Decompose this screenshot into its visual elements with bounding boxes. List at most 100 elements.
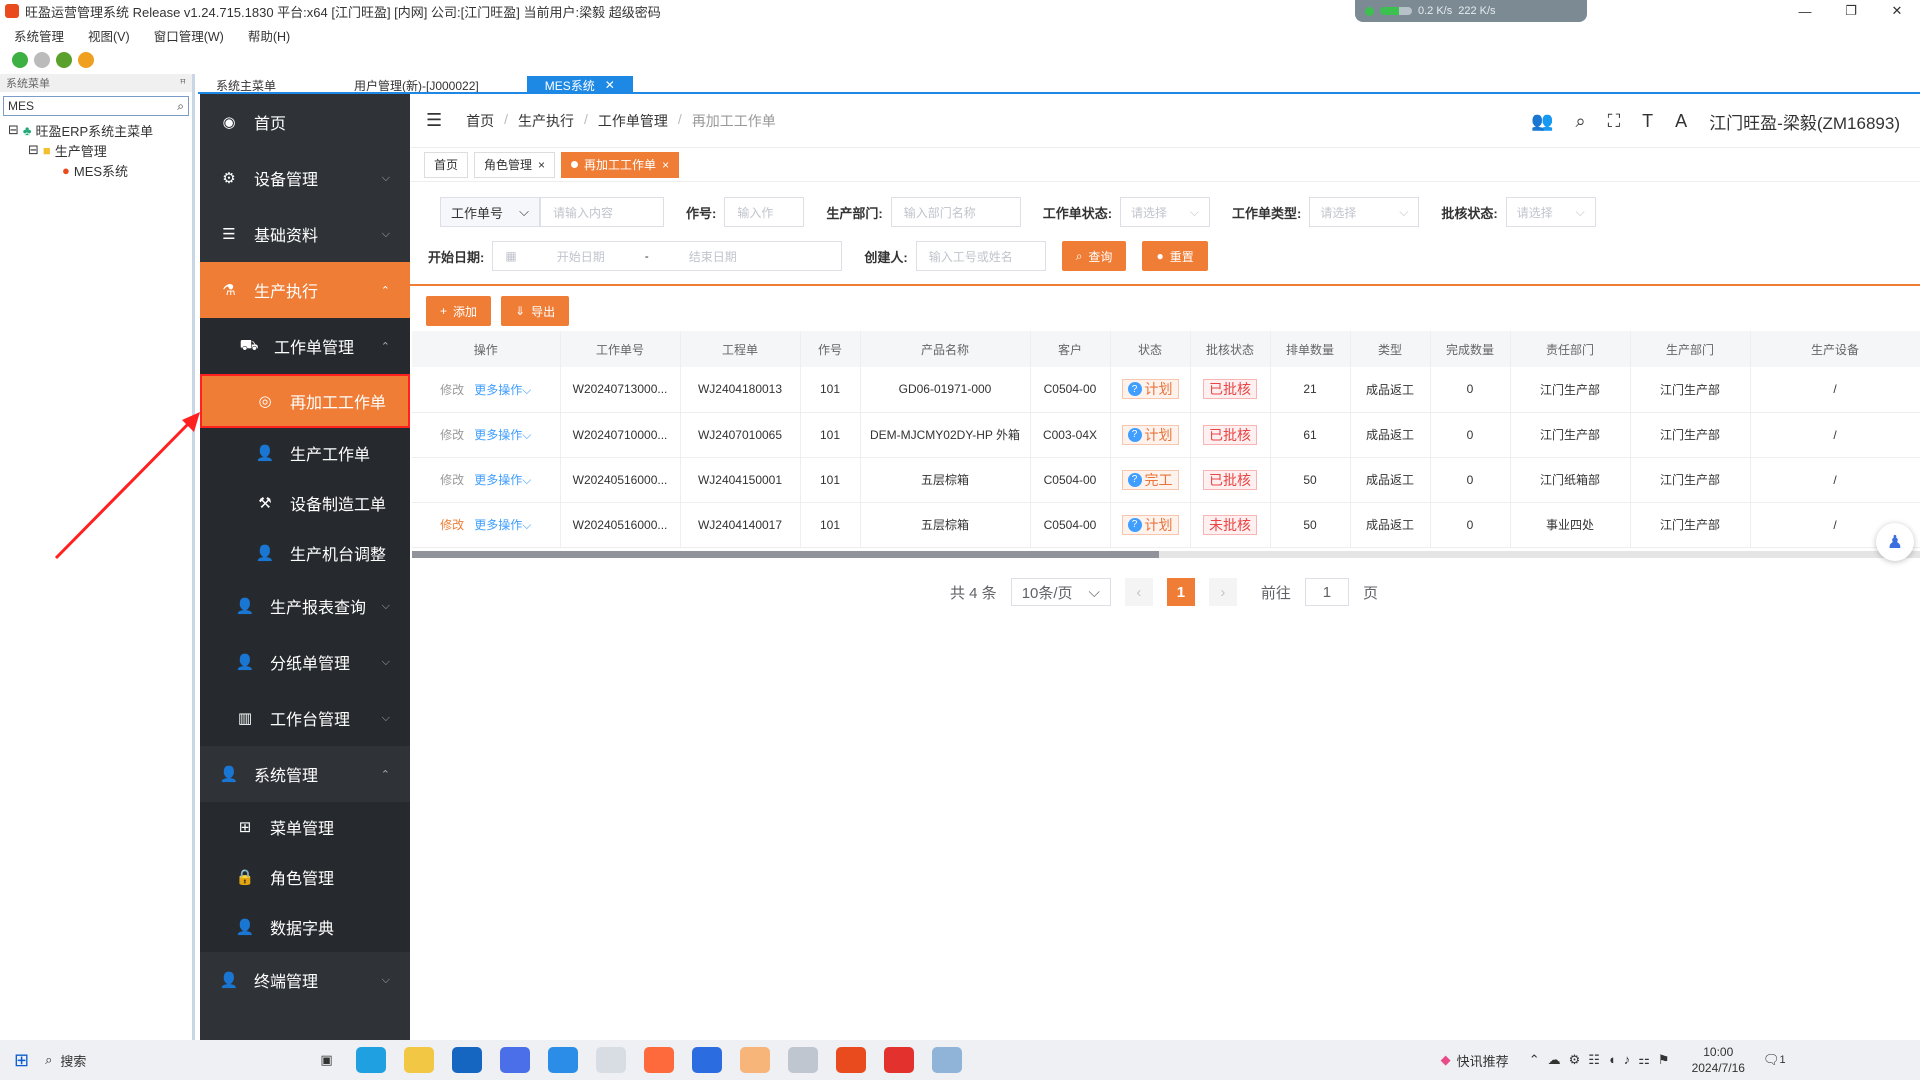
app-icon[interactable] — [643, 1047, 674, 1073]
creator-input[interactable]: 输入工号或姓名 — [915, 241, 1046, 271]
assistant-float-button[interactable]: ♟ — [1876, 523, 1914, 561]
tag-role-mgmt[interactable]: 角色管理 × — [474, 151, 556, 178]
user-menu[interactable]: 江门旺盈-梁毅(ZM16893) — [1709, 109, 1900, 134]
export-button[interactable]: ⇓ 导出 — [501, 296, 570, 326]
nav-basic-data[interactable]: ☰ 基础资料 ⌵ — [200, 206, 410, 262]
table-row[interactable]: 修改 更多操作⌵ W20240516000... WJ2404140017 10… — [412, 502, 1920, 548]
dept-input[interactable]: 输入部门名称 — [890, 197, 1021, 227]
nav-production-report[interactable]: 👤 生产报表查询 ⌵ — [200, 578, 410, 634]
menu-toggle-icon[interactable]: ☰ — [426, 110, 442, 131]
page-size-select[interactable]: 10条/页 ⌵ — [1010, 578, 1111, 606]
crumb-home[interactable]: 首页 — [466, 111, 494, 131]
clock[interactable]: 10:00 2024/7/16 — [1692, 1044, 1745, 1076]
explorer-icon[interactable] — [403, 1047, 434, 1073]
windows-start-icon[interactable]: ⊞ — [14, 1050, 29, 1071]
tree-node-root[interactable]: ⊟ ♣ 旺盈ERP系统主菜单 — [0, 120, 192, 140]
tree-node-production[interactable]: ⊟ ■ 生产管理 — [0, 140, 192, 160]
edit-link[interactable]: 修改 — [440, 383, 464, 397]
nav-production-order[interactable]: 👤 生产工作单 — [200, 428, 410, 478]
settings-icon[interactable] — [78, 52, 94, 68]
app-icon[interactable] — [787, 1047, 818, 1073]
search-app-icon[interactable] — [595, 1047, 626, 1073]
tag-home[interactable]: 首页 — [424, 151, 469, 178]
task-view-icon[interactable]: ▣ — [320, 1052, 332, 1068]
mail-icon[interactable] — [451, 1047, 482, 1073]
col-status[interactable]: 状态 — [1110, 331, 1191, 367]
tree-node-mes[interactable]: ● MES系统 — [0, 160, 192, 180]
edge-icon[interactable] — [355, 1047, 386, 1073]
col-type[interactable]: 类型 — [1350, 331, 1431, 367]
page-1-button[interactable]: 1 — [1166, 578, 1195, 606]
menu-system[interactable]: 系统管理 — [0, 26, 74, 45]
col-work-order[interactable]: 工作单号 — [560, 331, 681, 367]
edit-link[interactable]: 修改 — [440, 428, 464, 442]
nav-machine-adjust[interactable]: 👤 生产机台调整 — [200, 528, 410, 578]
close-icon[interactable]: × — [662, 158, 669, 172]
notification-icon[interactable]: 🗨 — [1763, 1052, 1780, 1068]
more-actions-link[interactable]: 更多操作 — [474, 383, 522, 397]
crumb-work-orders[interactable]: 工作单管理 — [598, 111, 668, 131]
menu-search-input[interactable]: MES ⌕ — [3, 96, 189, 116]
search-icon[interactable]: ⌕ — [45, 1052, 52, 1068]
tag-rework-order[interactable]: 再加工工作单 × — [561, 151, 680, 178]
nav-role-mgmt[interactable]: 🔒 角色管理 — [200, 852, 410, 902]
erp-icon[interactable] — [739, 1047, 770, 1073]
nav-workbench[interactable]: ▥ 工作台管理 ⌵ — [200, 690, 410, 746]
status-select[interactable]: 请选择 ⌵ — [1120, 197, 1211, 227]
horizontal-scrollbar[interactable] — [412, 551, 1920, 558]
translate-icon[interactable]: A — [1675, 111, 1687, 132]
prev-page-button[interactable]: ‹ — [1124, 578, 1153, 606]
close-tab-icon[interactable]: ✕ — [605, 78, 615, 92]
next-page-button[interactable]: › — [1208, 578, 1237, 606]
approve-select[interactable]: 请选择 ⌵ — [1505, 197, 1596, 227]
menu-window[interactable]: 窗口管理(W) — [140, 26, 234, 45]
close-button[interactable]: ✕ — [1874, 0, 1920, 22]
col-done[interactable]: 完成数量 — [1430, 331, 1511, 367]
nav-production-exec[interactable]: ⚗ 生产执行 ⌃ — [200, 262, 410, 318]
goto-page-input[interactable]: 1 — [1304, 578, 1349, 606]
tray-icons[interactable]: ⌃☁⚙☷◖♪⚏⚑ — [1529, 1052, 1678, 1068]
col-approval[interactable]: 批核状态 — [1190, 331, 1271, 367]
edit-link[interactable]: 修改 — [440, 518, 464, 532]
type-select[interactable]: 请选择 ⌵ — [1309, 197, 1420, 227]
table-row[interactable]: 修改 更多操作⌵ W20240710000... WJ2407010065 10… — [412, 412, 1920, 458]
nav-rework-order[interactable]: ◎ 再加工工作单 — [200, 374, 410, 428]
col-device[interactable]: 生产设备 — [1750, 331, 1920, 367]
job-input[interactable]: 输入作 — [724, 197, 805, 227]
network-monitor-widget[interactable]: 0.2 K/s 222 K/s — [1355, 0, 1587, 22]
restore-button[interactable]: ❐ — [1828, 0, 1874, 22]
app-icon[interactable] — [835, 1047, 866, 1073]
close-icon[interactable]: × — [538, 158, 545, 172]
app-icon[interactable] — [931, 1047, 962, 1073]
nav-equipment[interactable]: ⚙ 设备管理 ⌵ — [200, 150, 410, 206]
pin-icon[interactable]: ꟸ — [180, 77, 186, 90]
font-size-icon[interactable]: T — [1642, 111, 1653, 132]
nav-equipment-order[interactable]: ⚒ 设备制造工单 — [200, 478, 410, 528]
table-row[interactable]: 修改 更多操作⌵ W20240713000... WJ2404180013 10… — [412, 367, 1920, 413]
add-button[interactable]: + 添加 — [426, 296, 492, 326]
forward-icon[interactable] — [34, 52, 50, 68]
col-product[interactable]: 产品名称 — [860, 331, 1031, 367]
nav-terminal-mgmt[interactable]: 👤 终端管理 ⌵ — [200, 952, 410, 1008]
nav-menu-mgmt[interactable]: ⊞ 菜单管理 — [200, 802, 410, 852]
scrollbar-thumb[interactable] — [412, 551, 1159, 558]
fullscreen-icon[interactable]: ⛶ — [1608, 111, 1621, 132]
reset-button[interactable]: ● 重置 — [1142, 241, 1208, 271]
nav-dictionary[interactable]: 👤 数据字典 — [200, 902, 410, 952]
col-job[interactable]: 作号 — [800, 331, 861, 367]
taskbar-search[interactable]: 搜索 — [60, 1051, 220, 1070]
back-icon[interactable] — [12, 52, 28, 68]
more-actions-link[interactable]: 更多操作 — [474, 473, 522, 487]
baidu-icon[interactable] — [691, 1047, 722, 1073]
more-actions-link[interactable]: 更多操作 — [474, 518, 522, 532]
edit-link[interactable]: 修改 — [440, 473, 464, 487]
col-prod-dept[interactable]: 生产部门 — [1630, 331, 1751, 367]
col-qty[interactable]: 排单数量 — [1270, 331, 1351, 367]
date-range-input[interactable]: ▦ 开始日期 - 结束日期 — [492, 241, 843, 271]
refresh-icon[interactable] — [56, 52, 72, 68]
news-label[interactable]: 快讯推荐 — [1457, 1051, 1509, 1070]
col-resp-dept[interactable]: 责任部门 — [1510, 331, 1631, 367]
nav-paper-split[interactable]: 👤 分纸单管理 ⌵ — [200, 634, 410, 690]
search-icon[interactable]: ⌕ — [1575, 111, 1585, 132]
wps-icon[interactable] — [883, 1047, 914, 1073]
